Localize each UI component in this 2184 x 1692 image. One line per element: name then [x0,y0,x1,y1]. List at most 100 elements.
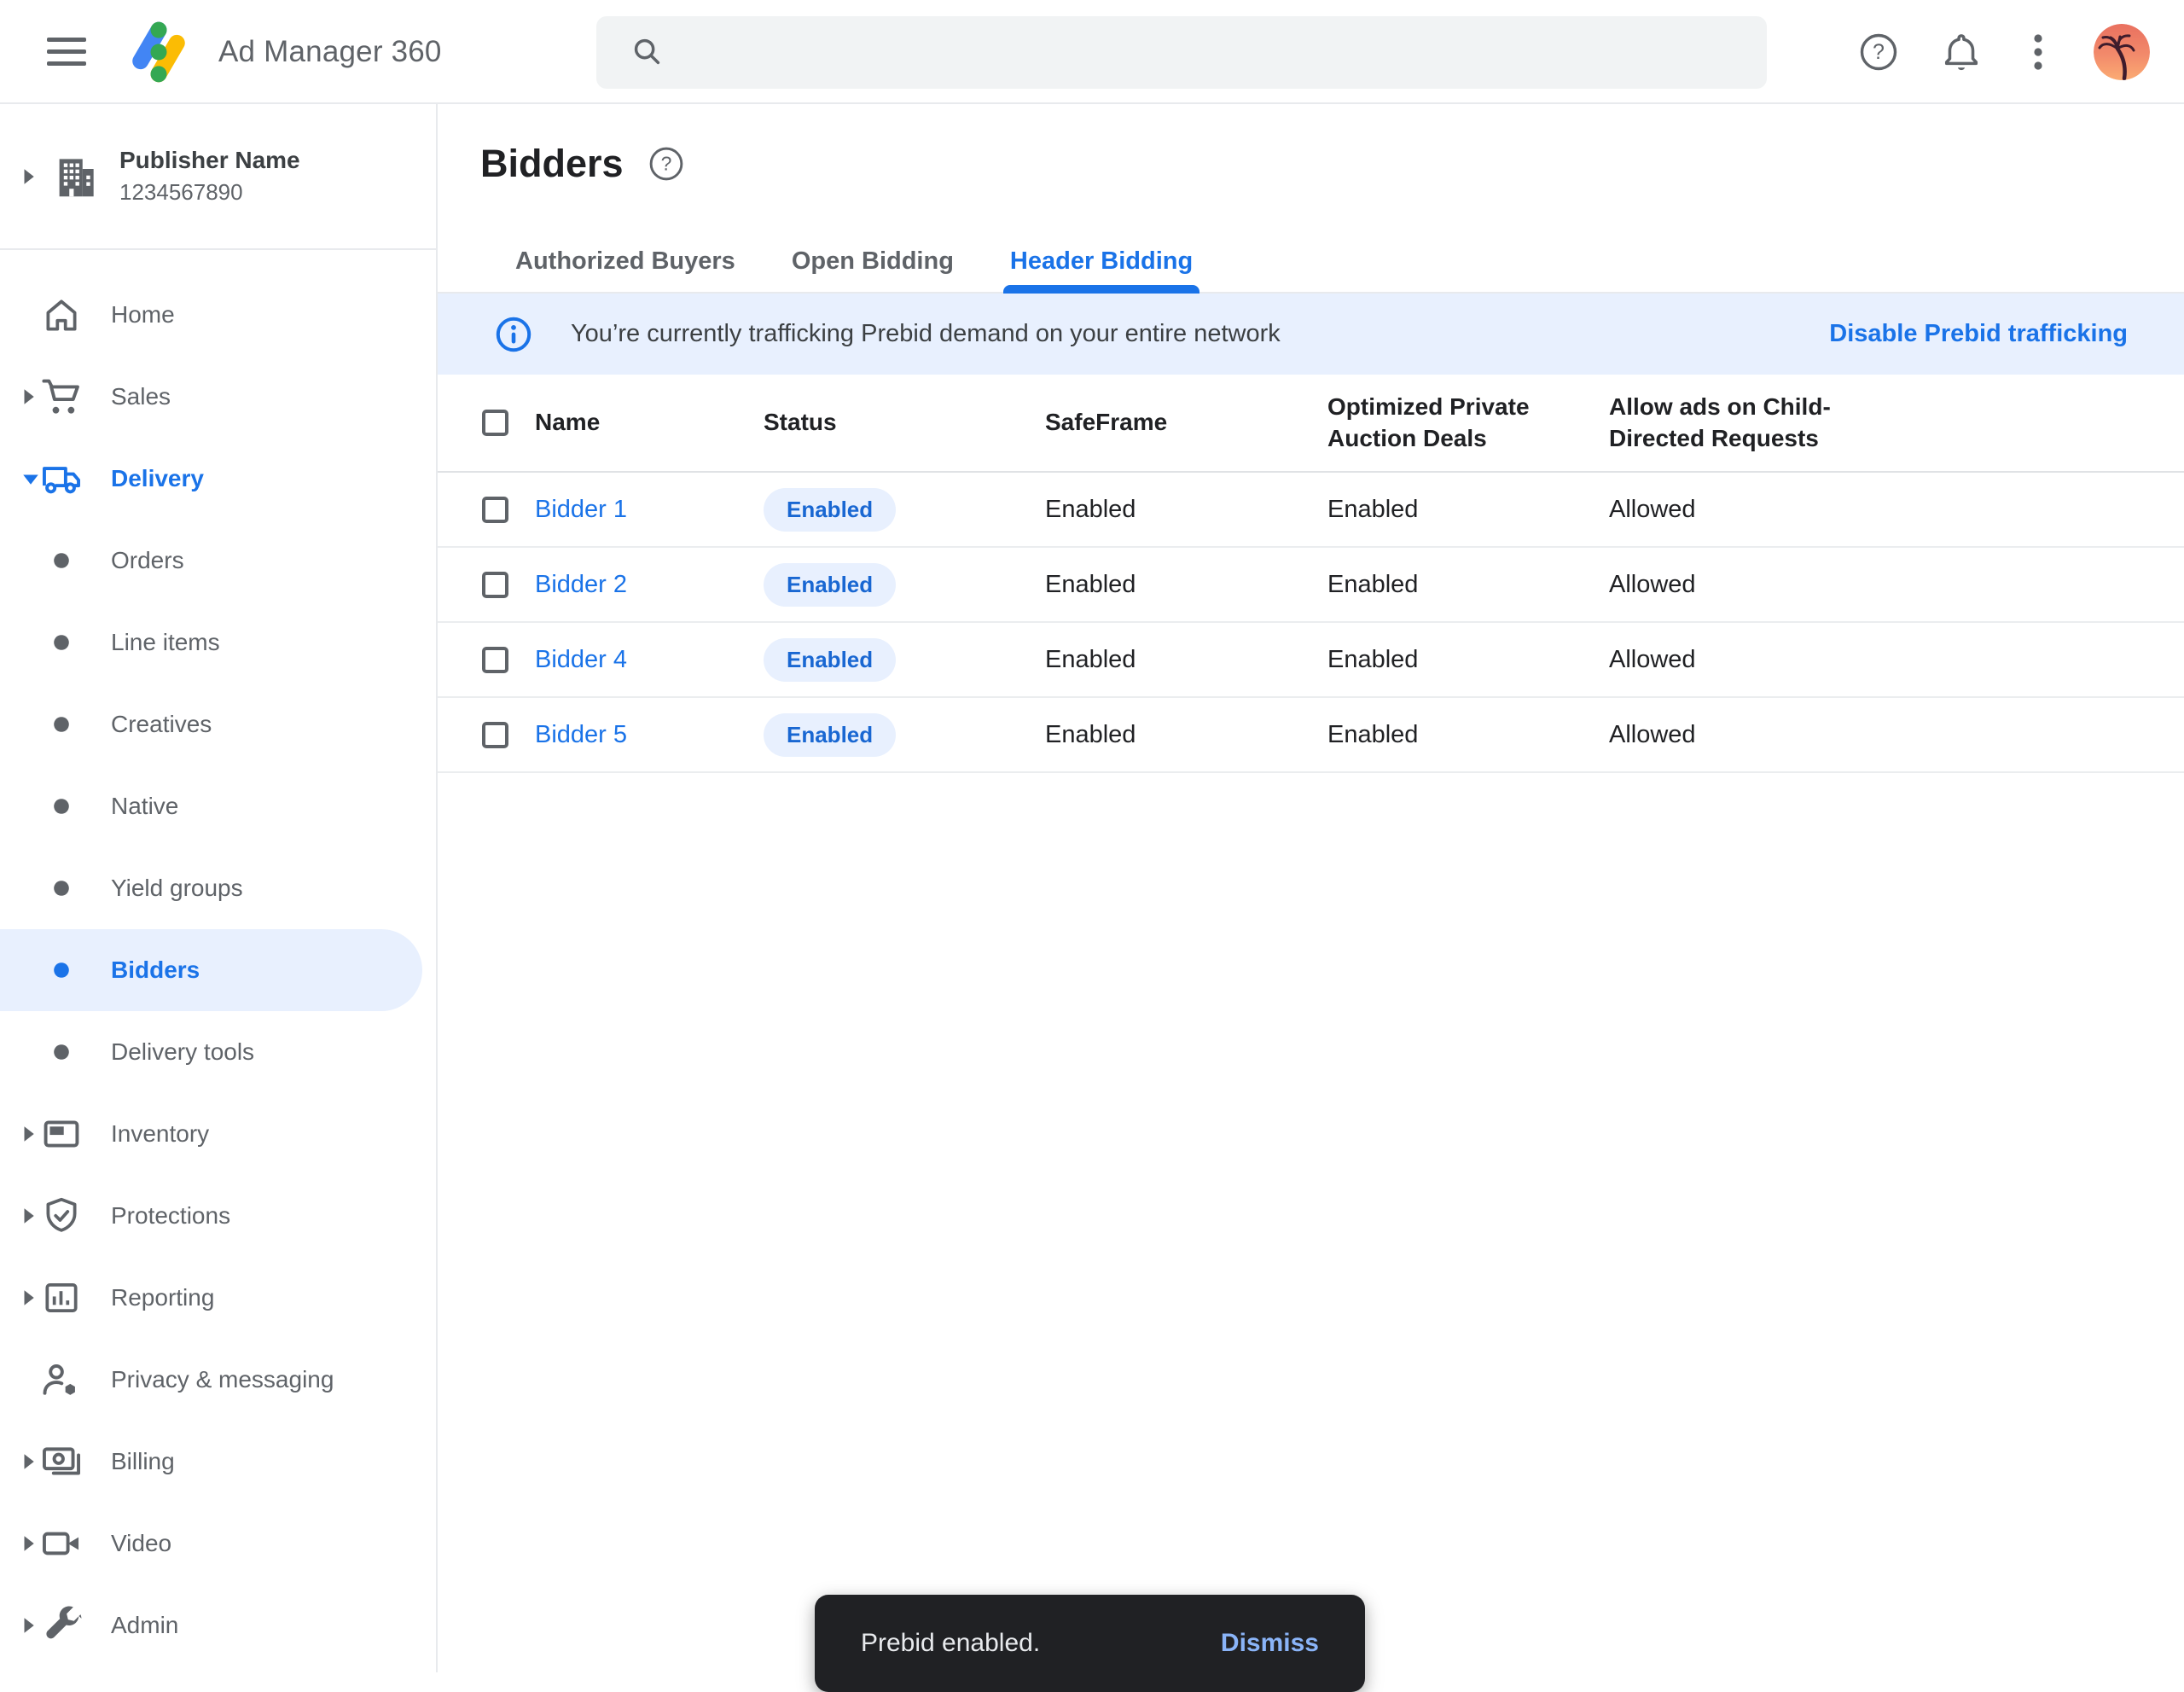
inventory-icon [39,1112,84,1156]
sidebar-item-video[interactable]: Video [0,1503,436,1584]
table-row-bidder-4: Bidder 4EnabledEnabledEnabledAllowed [438,623,2184,698]
sidebar-item-label: Billing [111,1448,175,1475]
sidebar-item-label: Sales [111,383,171,410]
top-app-bar: Ad Manager 360 ? [0,0,2184,104]
tab-header-bidding[interactable]: Header Bidding [1010,230,1193,292]
shield-icon [39,1195,84,1237]
sidebar-item-label: Native [111,793,178,820]
sidebar-item-label: Admin [111,1612,178,1639]
disable-prebid-link[interactable]: Disable Prebid trafficking [1829,320,2128,348]
sidebar-item-label: Protections [111,1202,230,1230]
dot-icon [39,716,84,733]
safeframe-cell: Enabled [1045,646,1327,674]
report-icon [39,1276,84,1319]
page-help-icon[interactable]: ? [648,145,685,183]
sidebar-item-label: Inventory [111,1120,209,1148]
bidder-link[interactable]: Bidder 1 [535,496,627,523]
sidebar-item-native[interactable]: Native [0,765,436,847]
sidebar-item-creatives[interactable]: Creatives [0,683,436,765]
opa-deals-cell: Enabled [1327,646,1609,674]
sidebar-item-label: Orders [111,547,184,574]
sidebar-item-inventory[interactable]: Inventory [0,1093,436,1175]
table-row-bidder-1: Bidder 1EnabledEnabledEnabledAllowed [438,473,2184,548]
notifications-icon[interactable] [1940,0,1983,104]
account-avatar[interactable] [2094,24,2150,80]
bidder-link[interactable]: Bidder 4 [535,646,627,673]
opa-deals-cell: Enabled [1327,571,1609,599]
sidebar-nav: Home Sales Delivery Orders Line itemsCreativ… [0,250,436,1666]
sidebar-item-yield-groups[interactable]: Yield groups [0,847,436,929]
sidebar-item-label: Video [111,1530,171,1557]
tab-authorized-buyers[interactable]: Authorized Buyers [515,230,735,292]
toast: Prebid enabled. Dismiss [815,1595,1365,1692]
table-row-bidder-5: Bidder 5EnabledEnabledEnabledAllowed [438,698,2184,773]
tab-label: Header Bidding [1010,247,1193,276]
sidebar-item-home[interactable]: Home [0,274,436,356]
sidebar-item-reporting[interactable]: Reporting [0,1257,436,1339]
sidebar-item-orders[interactable]: Orders [0,520,436,602]
caret-right-icon [22,388,39,405]
help-button[interactable]: ? [1858,0,1899,104]
dot-icon [39,962,84,979]
tab-bar: Authorized Buyers Open Bidding Header Bidd… [438,230,2184,294]
more-options-icon[interactable] [2033,0,2043,104]
row-checkbox[interactable] [482,497,508,523]
publisher-selector[interactable]: Publisher Name 1234567890 [0,104,436,250]
cart-icon [39,375,84,419]
bidder-link[interactable]: Bidder 5 [535,721,627,748]
row-checkbox[interactable] [482,647,508,673]
dot-icon [39,880,84,897]
column-header-child-directed: Allow ads on Child-Directed Requests [1609,392,1841,455]
safeframe-cell: Enabled [1045,721,1327,749]
status-badge: Enabled [764,713,896,757]
sidebar-item-privacy-and-messaging[interactable]: Privacy & messaging [0,1339,436,1421]
select-all-checkbox[interactable] [482,410,508,436]
caret-right-icon [22,1207,39,1224]
building-icon [49,150,102,203]
sidebar-item-bidders[interactable]: Bidders [0,929,422,1011]
toast-dismiss-button[interactable]: Dismiss [1221,1629,1319,1658]
sidebar-item-delivery[interactable]: Delivery [0,438,436,520]
sidebar-item-admin[interactable]: Admin [0,1584,436,1666]
caret-right-icon [22,1453,39,1470]
sidebar-item-line-items[interactable]: Line items [0,602,436,683]
dot-icon [39,798,84,815]
caret-right-icon [22,1125,39,1143]
video-icon [39,1521,84,1566]
search-bar[interactable] [596,16,1767,89]
column-header-opa-deals: Optimized Private Auction Deals [1327,392,1539,455]
search-icon [630,35,666,71]
table-header-row: Name Status SafeFrame Optimized Private … [438,375,2184,473]
tab-open-bidding[interactable]: Open Bidding [792,230,954,292]
safeframe-cell: Enabled [1045,496,1327,524]
opa-deals-cell: Enabled [1327,721,1609,749]
opa-deals-cell: Enabled [1327,496,1609,524]
sidebar-item-label: Reporting [111,1284,214,1311]
dot-icon [39,634,84,651]
bidder-link[interactable]: Bidder 2 [535,571,627,598]
row-checkbox[interactable] [482,722,508,748]
search-input[interactable] [690,38,1767,67]
main-content: Bidders ? Authorized Buyers Open Bidding H… [438,104,2184,1672]
menu-icon[interactable] [47,38,86,66]
caret-right-icon [22,1617,39,1634]
sidebar-item-protections[interactable]: Protections [0,1175,436,1257]
sidebar-item-label: Home [111,301,175,329]
page-title: Bidders [480,142,624,186]
banner-message: You’re currently trafficking Prebid dema… [571,320,1281,348]
status-badge: Enabled [764,488,896,532]
dot-icon [39,552,84,569]
sidebar-item-billing[interactable]: Billing [0,1421,436,1503]
sidebar: Publisher Name 1234567890 Home Sales Deliv… [0,104,438,1672]
publisher-name: Publisher Name [119,147,300,174]
publisher-id: 1234567890 [119,179,300,206]
row-checkbox[interactable] [482,572,508,598]
table-body: Bidder 1EnabledEnabledEnabledAllowedBidd… [438,473,2184,773]
admin-icon [39,1604,84,1647]
sidebar-item-label: Privacy & messaging [111,1366,334,1393]
safeframe-cell: Enabled [1045,571,1327,599]
caret-down-icon [22,473,39,486]
column-header-safeframe: SafeFrame [1045,407,1327,439]
sidebar-item-sales[interactable]: Sales [0,356,436,438]
sidebar-item-delivery-tools[interactable]: Delivery tools [0,1011,436,1093]
